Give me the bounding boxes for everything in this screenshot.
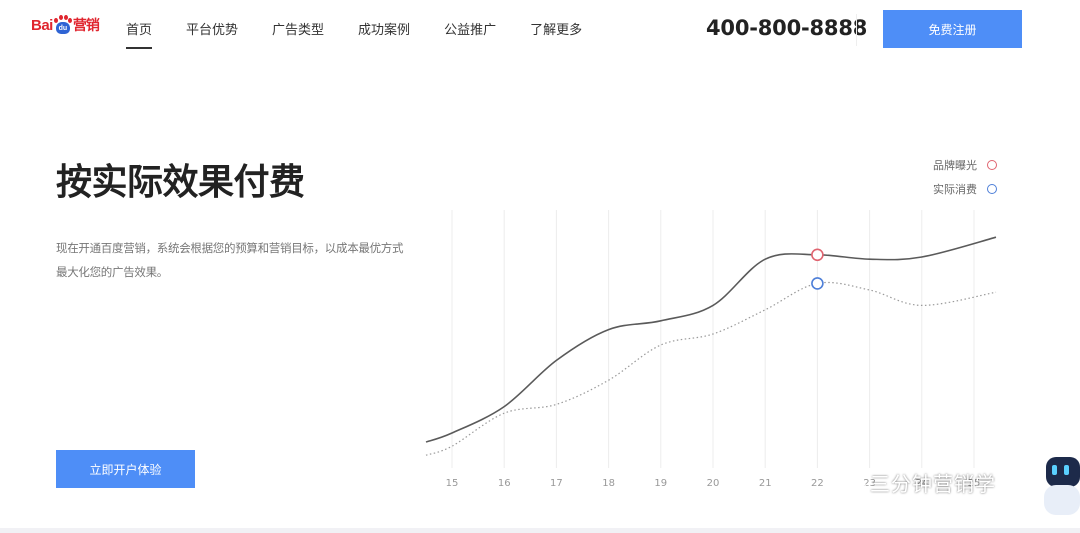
wechat-icon	[838, 471, 866, 493]
x-tick-label: 17	[550, 478, 563, 489]
watermark: 三分钟营销学	[838, 468, 996, 497]
robot-mascot-icon	[1044, 457, 1080, 515]
series-marker	[811, 277, 824, 290]
x-tick-label: 22	[811, 478, 824, 489]
x-tick-label: 18	[602, 478, 615, 489]
x-tick-label: 15	[446, 478, 459, 489]
series-marker	[811, 248, 824, 262]
effect-line-chart: 15 16 17 18 19 20 21 22 23 24 25	[425, 210, 997, 489]
x-tick-label: 19	[654, 478, 667, 489]
x-tick-label: 16	[498, 478, 511, 489]
watermark-text: 三分钟营销学	[870, 472, 996, 496]
footer-band	[0, 528, 1080, 533]
x-tick-label: 20	[707, 478, 720, 489]
x-tick-label: 21	[759, 478, 772, 489]
series-line-actual-spend	[425, 281, 997, 456]
